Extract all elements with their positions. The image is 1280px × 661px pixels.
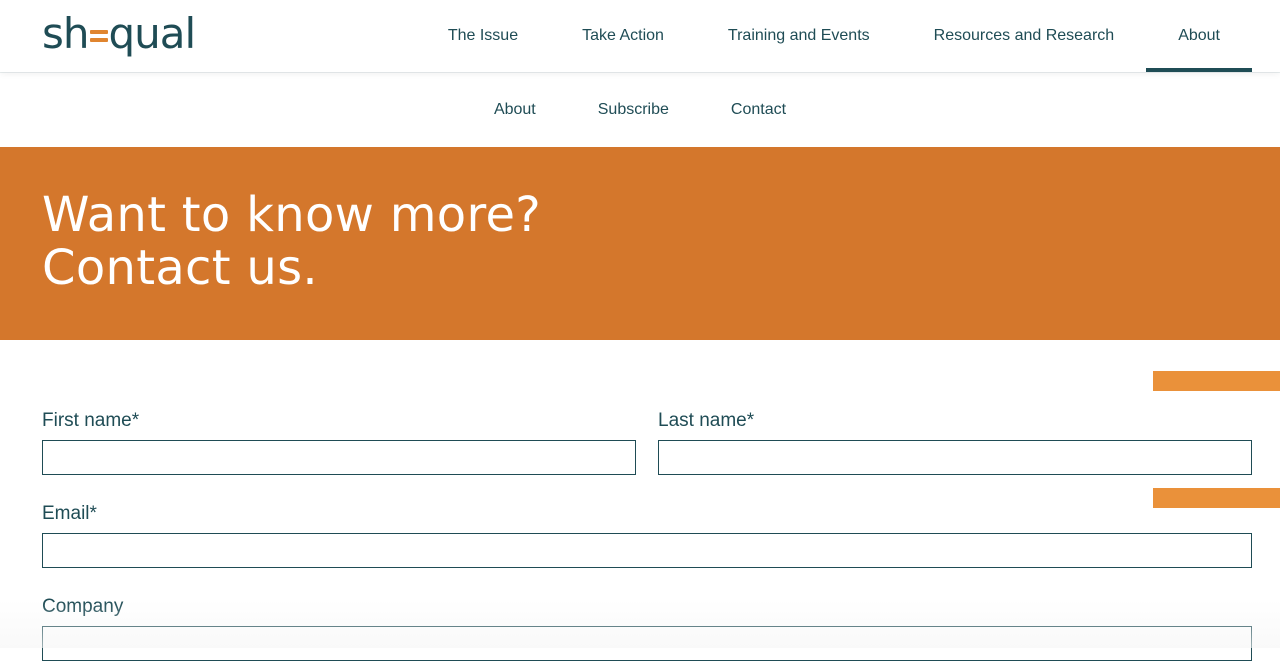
last-name-field[interactable] — [658, 440, 1252, 475]
nav-about[interactable]: About — [1146, 0, 1252, 72]
company-label: Company — [42, 596, 124, 617]
decorative-stripe — [1153, 488, 1280, 508]
nav-resources-and-research[interactable]: Resources and Research — [902, 0, 1147, 72]
nav-take-action[interactable]: Take Action — [550, 0, 696, 72]
equals-icon — [89, 15, 108, 57]
subnav-contact[interactable]: Contact — [700, 101, 817, 119]
nav-the-issue[interactable]: The Issue — [416, 0, 550, 72]
hero-banner: Want to know more? Contact us. — [0, 147, 1280, 340]
nav-training-and-events[interactable]: Training and Events — [696, 0, 902, 72]
logo-text-right: qual — [108, 8, 197, 58]
company-field[interactable] — [42, 626, 1252, 661]
logo[interactable]: sh qual — [42, 8, 197, 58]
email-label: Email* — [42, 503, 97, 524]
header: sh qual The Issue Take Action Training a… — [0, 0, 1280, 72]
first-name-field[interactable] — [42, 440, 636, 475]
sub-nav: About Subscribe Contact — [0, 72, 1280, 147]
hero-heading-line2: Contact us. — [42, 240, 318, 296]
subnav-about[interactable]: About — [463, 101, 567, 119]
logo-text-left: sh — [42, 8, 90, 58]
first-name-label: First name* — [42, 410, 140, 431]
last-name-label: Last name* — [658, 410, 755, 431]
email-field[interactable] — [42, 533, 1252, 568]
hero-heading-line1: Want to know more? — [42, 187, 542, 243]
decorative-stripe — [1153, 371, 1280, 391]
main-nav: The Issue Take Action Training and Event… — [416, 0, 1252, 72]
hero-heading: Want to know more? Contact us. — [42, 189, 541, 295]
subnav-subscribe[interactable]: Subscribe — [567, 101, 700, 119]
